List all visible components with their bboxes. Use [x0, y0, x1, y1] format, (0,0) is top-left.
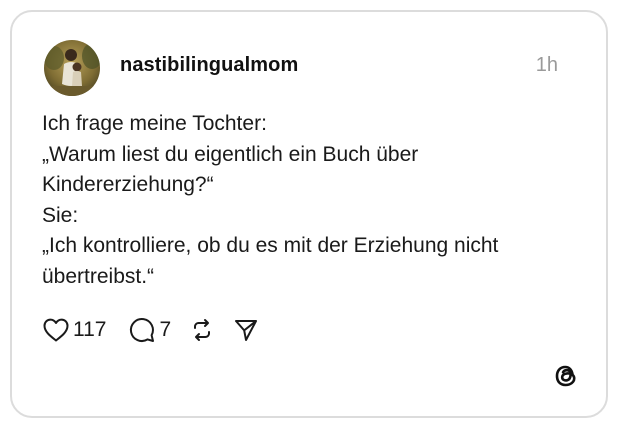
post-text-line: Kindererziehung?“: [42, 173, 214, 196]
username[interactable]: nastibilingualmom: [120, 54, 298, 77]
repost-icon: [194, 319, 211, 341]
post-text-line: Sie:: [42, 203, 79, 227]
reply-count: 7: [159, 318, 172, 341]
like-count: 117: [73, 318, 107, 341]
threads-icon: [555, 365, 576, 387]
avatar[interactable]: [44, 40, 100, 96]
post-text-line: „Ich kontrolliere, ob du es mit der Erzi…: [42, 234, 499, 257]
comment-icon: [130, 318, 155, 342]
post-text-line: übertreibst.“: [42, 264, 155, 288]
threads-logo-icon[interactable]: [552, 362, 580, 390]
repost-button[interactable]: [189, 317, 215, 343]
post-actions: 117 7: [42, 315, 259, 345]
post-timestamp: 1h: [535, 54, 558, 76]
post-card: nastibilingualmom 1h Ich frage meine Toc…: [10, 10, 608, 418]
post-text-line: „Warum liest du eigentlich ein Buch über: [42, 142, 419, 166]
avatar-image: [44, 40, 100, 96]
post-text-line: Ich frage meine Tochter:: [42, 112, 267, 135]
post-text: Ich frage meine Tochter: „Warum liest du…: [42, 109, 582, 292]
share-icon: [235, 320, 258, 341]
share-button[interactable]: [233, 317, 259, 343]
like-button[interactable]: 117: [42, 317, 106, 343]
heart-icon: [43, 318, 69, 342]
reply-button[interactable]: 7: [128, 316, 171, 344]
